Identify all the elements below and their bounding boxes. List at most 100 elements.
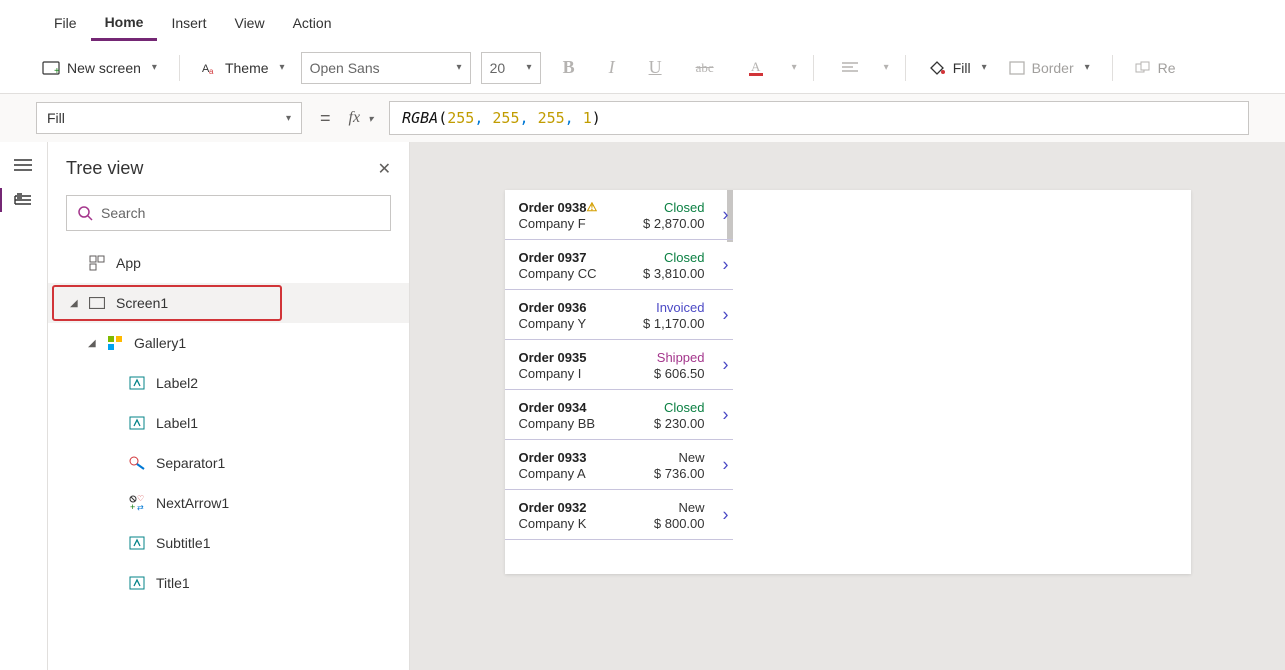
tree-label: Subtitle1	[156, 535, 210, 551]
tree-node-app[interactable]: App	[48, 243, 409, 283]
search-input[interactable]: Search	[66, 195, 391, 231]
bold-button[interactable]: B	[551, 57, 587, 78]
status-label: Closed	[643, 200, 704, 215]
border-label: Border	[1032, 60, 1074, 76]
tree-node-title1[interactable]: Title1	[48, 563, 409, 603]
gallery-row[interactable]: Order 0932NewCompany K$ 800.00 ›	[505, 490, 733, 540]
svg-text:+: +	[54, 66, 60, 75]
chevron-right-icon[interactable]: ›	[723, 304, 729, 325]
align-button[interactable]	[830, 61, 870, 75]
fx-label[interactable]: fx ▾	[349, 109, 378, 127]
menu-action[interactable]: Action	[279, 9, 346, 39]
divider	[813, 55, 814, 81]
warning-icon: ⚠	[586, 200, 597, 214]
font-family-value: Open Sans	[310, 60, 380, 76]
border-button[interactable]: Border ▾	[1003, 56, 1096, 80]
tree-label: Label1	[156, 415, 198, 431]
gallery-row[interactable]: Order 0936InvoicedCompany Y$ 1,170.00›	[505, 290, 733, 340]
property-select[interactable]: Fill ▾	[36, 102, 302, 134]
label-icon	[128, 374, 146, 392]
gallery-row[interactable]: Order 0938⚠ClosedCompany F$ 2,870.00›	[505, 190, 733, 240]
amount-label: $ 230.00	[654, 416, 705, 431]
chevron-right-icon[interactable]: ›	[723, 204, 729, 225]
order-number: Order 0935	[519, 350, 654, 365]
status-label: Closed	[654, 400, 705, 415]
amount-label: $ 1,170.00	[643, 316, 704, 331]
tree-node-separator1[interactable]: Separator1	[48, 443, 409, 483]
gallery-row[interactable]: Order 0937ClosedCompany CC$ 3,810.00›	[505, 240, 733, 290]
new-screen-label: New screen	[67, 60, 141, 76]
gallery-control[interactable]: Order 0938⚠ClosedCompany F$ 2,870.00›Ord…	[505, 190, 733, 574]
screen-preview[interactable]: Order 0938⚠ClosedCompany F$ 2,870.00›Ord…	[505, 190, 1191, 574]
border-icon	[1009, 61, 1025, 75]
font-color-button[interactable]: A	[736, 59, 778, 77]
status-label: Closed	[643, 250, 704, 265]
formula-fn: RGBA	[402, 109, 438, 127]
gallery-row[interactable]: Order 0933NewCompany A$ 736.00›	[505, 440, 733, 490]
theme-button[interactable]: Aa Theme ▾	[196, 56, 291, 80]
icon-group-icon: ♡+⇄	[128, 494, 146, 512]
company-label: Company K	[519, 516, 654, 531]
collapse-icon[interactable]: ◢	[70, 298, 84, 309]
chevron-down-icon[interactable]: ▾	[884, 62, 889, 73]
chevron-down-icon: ▾	[152, 62, 157, 73]
chevron-right-icon[interactable]: ›	[723, 454, 729, 475]
company-label: Company A	[519, 466, 654, 481]
menu-home[interactable]: Home	[91, 8, 158, 41]
canvas[interactable]: Order 0938⚠ClosedCompany F$ 2,870.00›Ord…	[410, 142, 1285, 670]
tree-node-gallery1[interactable]: ◢ Gallery1	[48, 323, 409, 363]
fill-button[interactable]: Fill ▾	[922, 56, 993, 80]
gallery-row[interactable]: Order 0934ClosedCompany BB$ 230.00›	[505, 390, 733, 440]
strikethrough-button[interactable]: abc	[684, 60, 726, 76]
tree-node-nextarrow1[interactable]: ♡+⇄ NextArrow1	[48, 483, 409, 523]
separator-icon	[128, 454, 146, 472]
tree-label: Separator1	[156, 455, 225, 471]
tree-node-label1[interactable]: Label1	[48, 403, 409, 443]
divider	[1112, 55, 1113, 81]
underline-button[interactable]: U	[637, 57, 674, 78]
menu-view[interactable]: View	[220, 9, 278, 39]
chevron-right-icon[interactable]: ›	[723, 254, 729, 275]
screen-icon	[88, 294, 106, 312]
tree-label: Gallery1	[134, 335, 186, 351]
gallery-row[interactable]: Order 0935ShippedCompany I$ 606.50›	[505, 340, 733, 390]
chevron-down-icon: ▾	[982, 62, 987, 73]
reorder-button[interactable]: Re	[1129, 56, 1182, 80]
chevron-down-icon[interactable]: ▾	[792, 62, 797, 73]
fill-label: Fill	[953, 60, 971, 76]
chevron-down-icon: ▾	[527, 62, 532, 73]
hamburger-icon[interactable]	[14, 158, 34, 174]
menu-insert[interactable]: Insert	[157, 9, 220, 39]
equals-sign: =	[314, 108, 337, 129]
close-icon[interactable]: ✕	[378, 159, 391, 179]
new-screen-button[interactable]: + New screen ▾	[36, 56, 163, 80]
formula-input[interactable]: RGBA(255, 255, 255, 1)	[389, 101, 1249, 135]
menu-file[interactable]: File	[40, 9, 91, 39]
order-number: Order 0932	[519, 500, 654, 515]
reorder-icon	[1135, 61, 1151, 75]
tree-view-icon[interactable]	[14, 192, 34, 208]
font-size-select[interactable]: 20 ▾	[481, 52, 541, 84]
italic-button[interactable]: I	[597, 57, 627, 78]
chevron-right-icon[interactable]: ›	[723, 504, 729, 525]
amount-label: $ 800.00	[654, 516, 705, 531]
svg-text:a: a	[209, 67, 214, 75]
reorder-label: Re	[1158, 60, 1176, 76]
chevron-right-icon[interactable]: ›	[723, 354, 729, 375]
menu-bar: File Home Insert View Action	[0, 0, 1285, 42]
status-label: New	[654, 500, 705, 515]
tree-node-subtitle1[interactable]: Subtitle1	[48, 523, 409, 563]
company-label: Company Y	[519, 316, 644, 331]
collapse-icon[interactable]: ◢	[88, 338, 102, 349]
chevron-right-icon[interactable]: ›	[723, 404, 729, 425]
svg-text:+: +	[130, 502, 135, 511]
gallery-icon	[106, 334, 124, 352]
tree-node-screen1[interactable]: ◢ Screen1 ···	[48, 283, 409, 323]
property-value: Fill	[47, 110, 65, 126]
chevron-down-icon: ▾	[1085, 62, 1090, 73]
new-screen-icon: +	[42, 61, 60, 75]
company-label: Company I	[519, 366, 654, 381]
divider	[905, 55, 906, 81]
font-family-select[interactable]: Open Sans ▾	[301, 52, 471, 84]
tree-node-label2[interactable]: Label2	[48, 363, 409, 403]
